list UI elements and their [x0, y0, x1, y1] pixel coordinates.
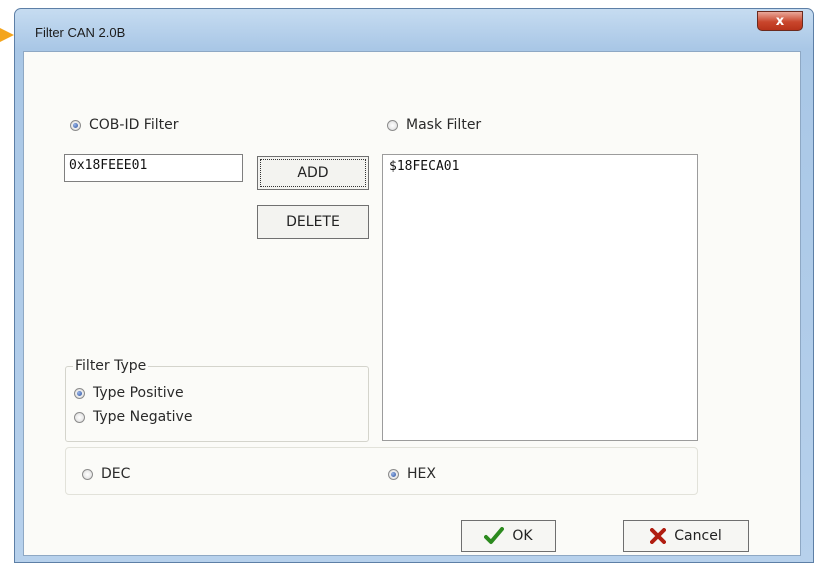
- radio-indicator: [74, 387, 85, 399]
- arrow-pointer-icon: [0, 28, 14, 42]
- add-button[interactable]: ADD: [257, 156, 369, 190]
- dec-label: DEC: [101, 466, 131, 482]
- filter-type-group: Filter Type Type Positive Type Negative: [65, 358, 369, 442]
- window-title: Filter CAN 2.0B: [35, 25, 126, 40]
- filter-dialog: Filter CAN 2.0B x COB-ID Filter Mask Fil…: [14, 8, 814, 563]
- delete-button[interactable]: DELETE: [257, 205, 369, 239]
- checkmark-icon: [484, 527, 505, 544]
- radio-indicator: [387, 119, 398, 131]
- type-negative-label: Type Negative: [93, 409, 193, 425]
- add-button-label: ADD: [297, 165, 329, 181]
- cob-id-input[interactable]: 0x18FEEE01: [64, 154, 243, 182]
- radio-indicator: [74, 411, 85, 423]
- ok-button[interactable]: OK: [461, 520, 556, 552]
- type-positive-radio[interactable]: Type Positive: [74, 385, 184, 401]
- mask-filter-radio[interactable]: Mask Filter: [387, 117, 481, 133]
- radio-indicator: [70, 119, 81, 131]
- filter-type-group-label: Filter Type: [73, 358, 149, 374]
- x-mark-icon: [650, 528, 667, 544]
- cancel-button-label: Cancel: [674, 528, 722, 544]
- number-base-panel: DEC HEX: [65, 447, 698, 495]
- dialog-content: COB-ID Filter Mask Filter 0x18FEEE01 ADD…: [23, 51, 801, 556]
- hex-radio[interactable]: HEX: [388, 466, 436, 482]
- close-button[interactable]: x: [757, 11, 803, 31]
- filter-id-list[interactable]: $18FECA01: [382, 154, 698, 441]
- title-bar: Filter CAN 2.0B x: [15, 9, 813, 51]
- close-icon: x: [775, 13, 785, 29]
- radio-indicator: [388, 468, 399, 480]
- cob-id-filter-radio[interactable]: COB-ID Filter: [70, 117, 178, 133]
- list-item[interactable]: $18FECA01: [383, 155, 697, 178]
- mask-filter-label: Mask Filter: [406, 117, 482, 133]
- delete-button-label: DELETE: [286, 214, 340, 230]
- cancel-button[interactable]: Cancel: [623, 520, 749, 552]
- cob-id-filter-label: COB-ID Filter: [89, 117, 179, 133]
- dec-radio[interactable]: DEC: [82, 466, 130, 482]
- type-positive-label: Type Positive: [93, 385, 184, 401]
- hex-label: HEX: [407, 466, 436, 482]
- cob-id-input-value: 0x18FEEE01: [69, 158, 148, 173]
- type-negative-radio[interactable]: Type Negative: [74, 409, 192, 425]
- ok-button-label: OK: [512, 528, 533, 544]
- radio-indicator: [82, 468, 93, 480]
